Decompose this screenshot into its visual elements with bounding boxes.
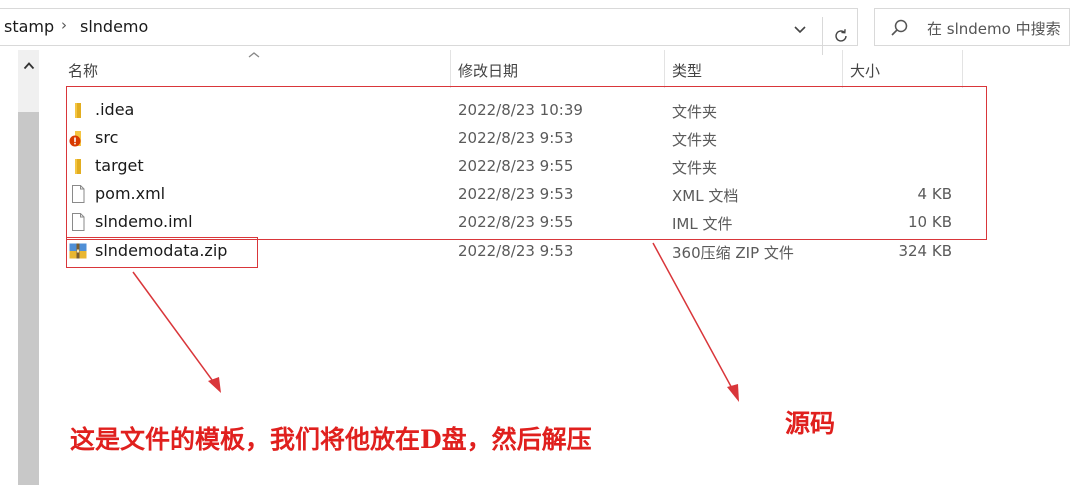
breadcrumb-stamp[interactable]: stamp: [4, 17, 54, 36]
breadcrumb-slndemo[interactable]: slndemo: [80, 17, 148, 36]
column-header-size[interactable]: 大小: [850, 60, 880, 81]
arrow-head-icon: [727, 384, 739, 402]
search-input[interactable]: 在 slndemo 中搜索: [874, 8, 1070, 46]
search-placeholder: 在 slndemo 中搜索: [927, 20, 1061, 38]
vertical-scrollbar[interactable]: [18, 50, 39, 485]
source-annotation-text: 源码: [785, 409, 836, 438]
file-date: 2022/8/23 9:53: [458, 242, 574, 260]
column-header-name[interactable]: 名称: [68, 60, 98, 81]
sort-ascending-icon: [248, 52, 260, 58]
refresh-icon: [834, 29, 847, 42]
refresh-button[interactable]: [822, 17, 858, 55]
column-divider[interactable]: [962, 50, 963, 88]
annotation-arrow-line: [132, 271, 216, 385]
annotation-arrow-line: [652, 242, 735, 393]
column-divider[interactable]: [450, 50, 451, 88]
scrollbar-thumb[interactable]: [18, 112, 39, 485]
column-header-type[interactable]: 类型: [672, 60, 702, 81]
scroll-up-button[interactable]: [18, 56, 39, 76]
source-files-highlight-box: [66, 86, 987, 240]
chevron-down-icon[interactable]: [790, 19, 810, 39]
chevron-right-icon[interactable]: ›: [61, 16, 67, 34]
address-bar[interactable]: stamp › slndemo: [0, 8, 858, 55]
arrow-head-icon: [208, 377, 221, 393]
file-type: 360压缩 ZIP 文件: [672, 244, 794, 262]
template-annotation-text: 这是文件的模板，我们将他放在D盘，然后解压: [70, 425, 592, 454]
file-size: 324 KB: [898, 242, 952, 260]
column-header-date[interactable]: 修改日期: [458, 60, 518, 81]
search-icon: [891, 19, 908, 36]
column-divider[interactable]: [664, 50, 665, 88]
column-divider[interactable]: [842, 50, 843, 88]
chevron-up-icon: [23, 62, 34, 70]
template-zip-highlight-box: [66, 237, 258, 268]
